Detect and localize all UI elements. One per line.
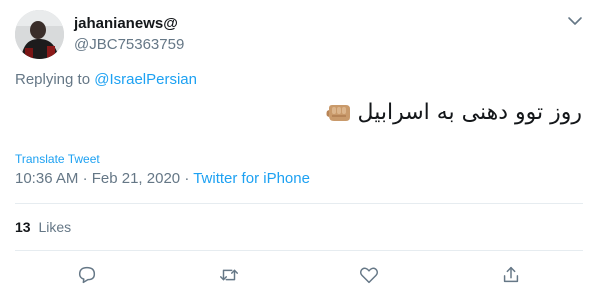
replying-to: Replying to @IsraelPersian (15, 71, 197, 88)
meta-separator: · (184, 170, 190, 187)
tweet-meta: 10:36 AM · Feb 21, 2020 · Twitter for iP… (15, 170, 310, 187)
divider (15, 250, 583, 251)
likes-label: Likes (38, 219, 72, 235)
oncoming-fist-icon (326, 102, 352, 124)
tweet-text-body: روز توو دهنی به اسرابیل (357, 100, 582, 125)
replying-to-label: Replying to (15, 71, 91, 88)
likes-stat[interactable]: 13 Likes (15, 219, 71, 235)
retweet-icon[interactable] (218, 264, 240, 286)
like-icon[interactable] (358, 264, 380, 286)
avatar[interactable] (15, 10, 64, 59)
reply-icon[interactable] (76, 264, 98, 286)
chevron-down-icon[interactable] (566, 14, 584, 28)
divider (15, 203, 583, 204)
likes-count: 13 (15, 219, 31, 235)
tweet-date[interactable]: Feb 21, 2020 (92, 170, 180, 187)
tweet-text: روز توو دهنی به اسرابیل (326, 100, 582, 125)
meta-separator: · (82, 170, 88, 187)
tweet-card: jahanianews@ @JBC75363759 Replying to @I… (0, 0, 598, 300)
tweet-source-link[interactable]: Twitter for iPhone (193, 170, 310, 187)
share-icon[interactable] (500, 264, 522, 286)
translate-tweet-link[interactable]: Translate Tweet (15, 152, 100, 166)
user-handle[interactable]: @JBC75363759 (74, 36, 184, 53)
reply-mention-link[interactable]: @IsraelPersian (94, 71, 197, 88)
tweet-time[interactable]: 10:36 AM (15, 170, 78, 187)
display-name[interactable]: jahanianews@ (74, 15, 178, 32)
